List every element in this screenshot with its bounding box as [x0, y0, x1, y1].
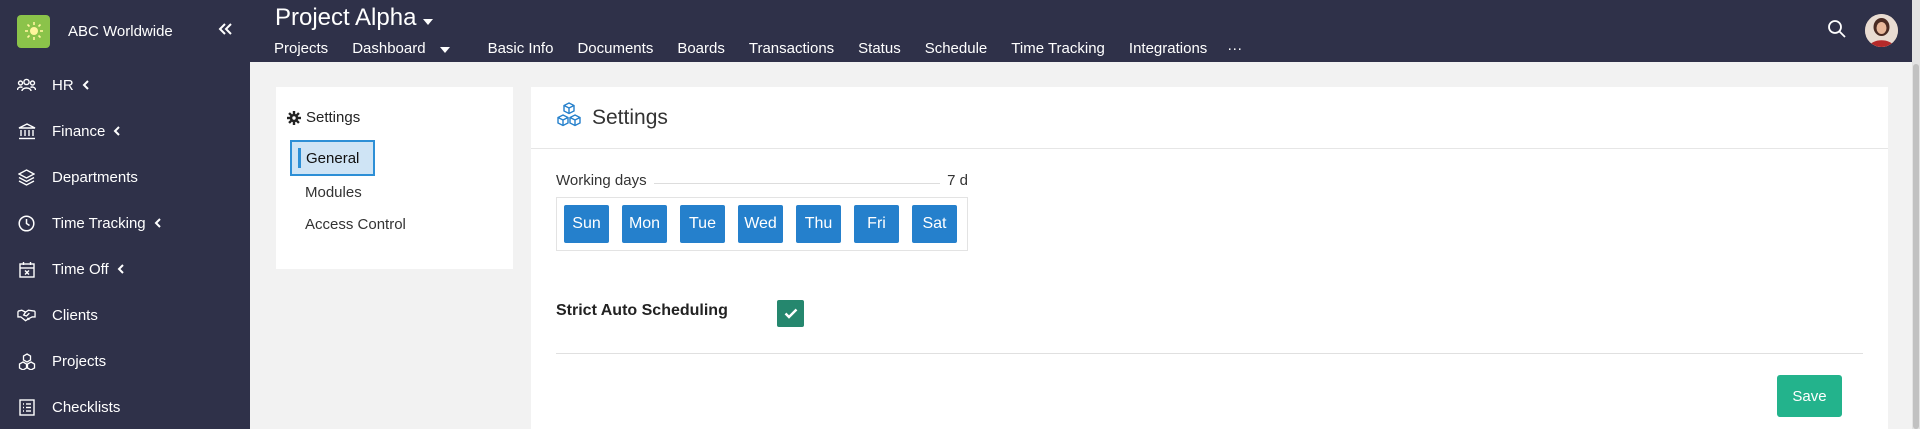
- tab-label: Dashboard: [352, 39, 426, 57]
- settings-nav-general[interactable]: General: [290, 140, 375, 176]
- settings-nav: Settings General Modules Access Control: [276, 87, 513, 269]
- scrollbar-thumb[interactable]: [1913, 64, 1919, 429]
- day-button-tue[interactable]: Tue: [680, 205, 725, 243]
- sidebar-item-clients[interactable]: Clients: [0, 292, 250, 338]
- sidebar-item-label: Departments: [52, 168, 138, 186]
- settings-nav-title-text: Settings: [306, 109, 361, 126]
- brand-name: ABC Worldwide: [68, 22, 173, 40]
- caret-down-icon: [423, 4, 434, 32]
- check-icon: [784, 308, 797, 319]
- working-days-row: Working days 7 d: [556, 170, 968, 190]
- strict-auto-scheduling-checkbox[interactable]: [777, 300, 804, 327]
- sidebar-item-label: Time Tracking: [52, 214, 146, 232]
- top-bar: Project Alpha Projects Dashboard Basic I…: [250, 0, 1920, 62]
- handshake-icon: [17, 306, 36, 325]
- sun-icon: [17, 14, 50, 48]
- strict-auto-scheduling-label: Strict Auto Scheduling: [556, 302, 728, 319]
- collapse-sidebar-icon[interactable]: [214, 18, 236, 40]
- calendar-x-icon: [17, 260, 36, 279]
- sidebar-item-label: Time Off: [52, 260, 109, 278]
- people-icon: [17, 76, 36, 95]
- tab-basic-info[interactable]: Basic Info: [476, 40, 566, 57]
- working-days-value: 7 d: [947, 171, 968, 189]
- chevron-left-icon: [154, 218, 162, 228]
- sidebar-item-label: Finance: [52, 122, 106, 140]
- search-icon[interactable]: [1827, 19, 1849, 41]
- sidebar-item-time-tracking[interactable]: Time Tracking: [0, 200, 250, 246]
- divider: [556, 353, 1863, 354]
- tab-boards[interactable]: Boards: [665, 40, 737, 57]
- sidebar-item-checklists[interactable]: Checklists: [0, 384, 250, 429]
- layers-icon: [17, 168, 36, 187]
- avatar[interactable]: [1865, 14, 1898, 47]
- day-button-thu[interactable]: Thu: [796, 205, 841, 243]
- caret-down-icon: [439, 40, 450, 57]
- divider: [653, 182, 941, 184]
- chevron-left-icon: [117, 264, 125, 274]
- sidebar-item-departments[interactable]: Departments: [0, 154, 250, 200]
- tab-projects[interactable]: Projects: [262, 40, 340, 57]
- sidebar-item-label: Checklists: [52, 398, 121, 416]
- clock-icon: [17, 214, 36, 233]
- tab-schedule[interactable]: Schedule: [913, 40, 1000, 57]
- project-title-dropdown[interactable]: Project Alpha: [275, 4, 434, 32]
- day-button-wed[interactable]: Wed: [738, 205, 783, 243]
- day-button-sun[interactable]: Sun: [564, 205, 609, 243]
- tab-dashboard[interactable]: Dashboard: [340, 40, 461, 57]
- tab-documents[interactable]: Documents: [565, 40, 665, 57]
- settings-panel: Settings Working days 7 d Sun Mon Tue We…: [531, 87, 1888, 429]
- day-button-mon[interactable]: Mon: [622, 205, 667, 243]
- settings-panel-header: Settings: [531, 87, 1888, 149]
- cubes-icon: [555, 102, 583, 133]
- checklist-icon: [17, 398, 36, 417]
- sidebar-item-label: HR: [52, 76, 74, 94]
- settings-nav-access-control[interactable]: Access Control: [291, 207, 406, 241]
- sidebar-item-label: Projects: [52, 352, 107, 370]
- settings-nav-modules[interactable]: Modules: [291, 175, 362, 209]
- brand[interactable]: ABC Worldwide: [0, 0, 250, 62]
- tab-integrations[interactable]: Integrations: [1117, 40, 1219, 57]
- chevron-left-icon: [82, 80, 90, 90]
- chevron-left-icon: [113, 126, 121, 136]
- cubes-icon: [17, 352, 36, 371]
- working-days-label: Working days: [556, 171, 647, 189]
- bank-icon: [17, 122, 36, 141]
- project-tabs: Projects Dashboard Basic Info Documents …: [262, 38, 1250, 58]
- more-tabs-button[interactable]: ···: [1219, 40, 1250, 57]
- gear-icon: [287, 110, 301, 125]
- working-days-selector: Sun Mon Tue Wed Thu Fri Sat: [556, 197, 968, 251]
- page-scrollbar[interactable]: [1912, 0, 1920, 429]
- sidebar-nav: HR Finance Departments Time Tracking Tim…: [0, 62, 250, 429]
- sidebar-item-hr[interactable]: HR: [0, 62, 250, 108]
- sidebar-item-time-off[interactable]: Time Off: [0, 246, 250, 292]
- project-title: Project Alpha: [275, 4, 417, 31]
- sidebar-item-projects[interactable]: Projects: [0, 338, 250, 384]
- sidebar-item-label: Clients: [52, 306, 98, 324]
- sidebar: ABC Worldwide HR Finance Departments Tim…: [0, 0, 250, 429]
- sidebar-item-finance[interactable]: Finance: [0, 108, 250, 154]
- tab-status[interactable]: Status: [846, 40, 913, 57]
- page-title: Settings: [592, 105, 668, 129]
- tab-transactions[interactable]: Transactions: [737, 40, 846, 57]
- day-button-fri[interactable]: Fri: [854, 205, 899, 243]
- day-button-sat[interactable]: Sat: [912, 205, 957, 243]
- save-button[interactable]: Save: [1777, 375, 1842, 417]
- settings-nav-title: Settings: [287, 109, 360, 126]
- tab-time-tracking[interactable]: Time Tracking: [999, 40, 1117, 57]
